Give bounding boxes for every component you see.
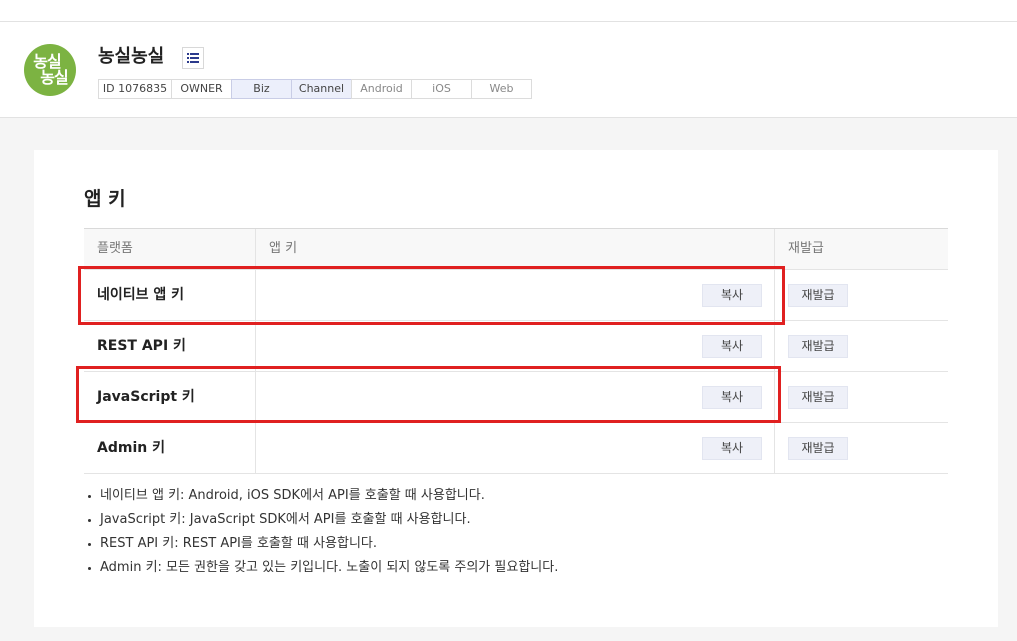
row-reissue-javascript: 재발급 (775, 372, 948, 422)
app-header: 농실 농실 농실농실 ID 1076835 OWNER Biz Channel … (0, 22, 1017, 118)
row-name-javascript: JavaScript 키 (84, 372, 256, 422)
table-row: JavaScript 키 복사 재발급 (84, 372, 948, 423)
app-logo: 농실 농실 (24, 44, 76, 96)
row-reissue-native: 재발급 (775, 270, 948, 320)
badge-app-id: ID 1076835 (98, 79, 172, 99)
reissue-button-native[interactable]: 재발급 (788, 284, 848, 307)
row-key-rest: 복사 (256, 321, 775, 371)
row-reissue-rest: 재발급 (775, 321, 948, 371)
section-title: 앱 키 (84, 188, 126, 210)
row-key-admin: 복사 (256, 423, 775, 473)
table-row: Admin 키 복사 재발급 (84, 423, 948, 474)
row-name-admin: Admin 키 (84, 423, 256, 473)
table-header: 플랫폼 앱 키 재발급 (84, 229, 948, 270)
row-name-native: 네이티브 앱 키 (84, 270, 256, 320)
app-menu-button[interactable] (182, 47, 204, 69)
badge-channel: Channel (291, 79, 352, 99)
header-reissue: 재발급 (788, 241, 824, 256)
row-key-javascript: 복사 (256, 372, 775, 422)
note-item: JavaScript 키: JavaScript SDK에서 API를 호출할 … (86, 508, 558, 532)
table-row: REST API 키 복사 재발급 (84, 321, 948, 372)
app-badges: ID 1076835 OWNER Biz Channel Android iOS… (98, 79, 532, 99)
list-icon (187, 53, 199, 63)
reissue-button-javascript[interactable]: 재발급 (788, 386, 848, 409)
logo-text-line-2: 농실 (40, 68, 68, 87)
row-key-native: 복사 (256, 270, 775, 320)
copy-button-native[interactable]: 복사 (702, 284, 762, 307)
badge-android: Android (351, 79, 412, 99)
app-keys-card: 앱 키 플랫폼 앱 키 재발급 네이티브 앱 키 복사 재발급 REST API… (34, 150, 998, 627)
note-item: Admin 키: 모든 권한을 갖고 있는 키입니다. 노출이 되지 않도록 주… (86, 556, 558, 580)
badge-biz: Biz (231, 79, 292, 99)
badge-ios: iOS (411, 79, 472, 99)
header-app-key: 앱 키 (256, 229, 775, 269)
reissue-button-rest[interactable]: 재발급 (788, 335, 848, 358)
badge-web: Web (471, 79, 532, 99)
app-keys-table: 플랫폼 앱 키 재발급 네이티브 앱 키 복사 재발급 REST API 키 복… (84, 228, 948, 474)
top-strip (0, 0, 1017, 22)
key-usage-notes: 네이티브 앱 키: Android, iOS SDK에서 API를 호출할 때 … (86, 484, 558, 580)
copy-button-admin[interactable]: 복사 (702, 437, 762, 460)
table-row: 네이티브 앱 키 복사 재발급 (84, 270, 948, 321)
row-reissue-admin: 재발급 (775, 423, 948, 473)
copy-button-javascript[interactable]: 복사 (702, 386, 762, 409)
note-item: 네이티브 앱 키: Android, iOS SDK에서 API를 호출할 때 … (86, 484, 558, 508)
note-item: REST API 키: REST API를 호출할 때 사용합니다. (86, 532, 558, 556)
reissue-button-admin[interactable]: 재발급 (788, 437, 848, 460)
row-name-rest: REST API 키 (84, 321, 256, 371)
app-name: 농실농실 (98, 46, 165, 67)
copy-button-rest[interactable]: 복사 (702, 335, 762, 358)
badge-owner: OWNER (171, 79, 232, 99)
header-platform: 플랫폼 (84, 229, 256, 269)
